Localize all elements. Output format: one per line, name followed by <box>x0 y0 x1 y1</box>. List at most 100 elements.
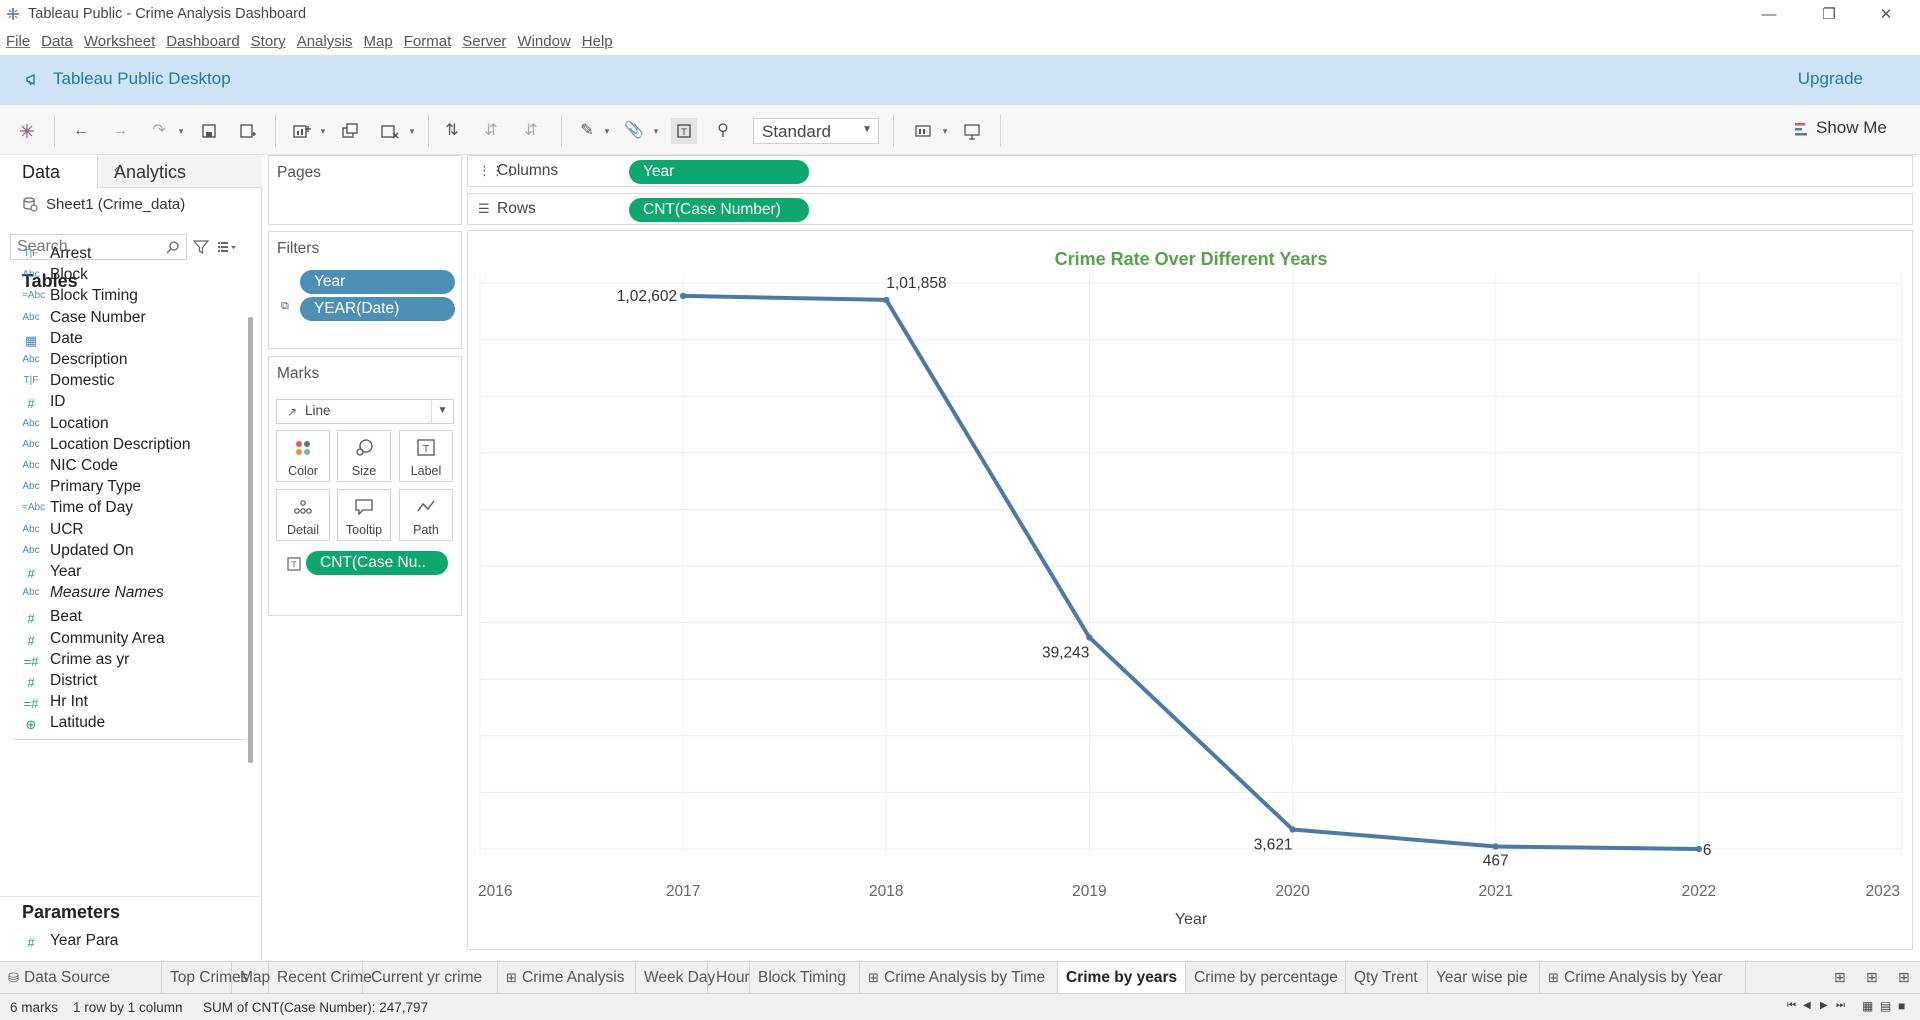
new-dashboard-tab-icon[interactable]: ⊞ <box>1858 962 1888 993</box>
sheet-tab[interactable]: Map <box>232 962 270 993</box>
tabs-view-icon[interactable]: ■ <box>1898 999 1905 1013</box>
replay-icon[interactable]: ↷ <box>146 118 172 144</box>
restore-icon[interactable]: ❐ <box>1806 0 1852 29</box>
data-point[interactable] <box>1086 634 1093 641</box>
group-members-icon[interactable]: 📎 <box>621 118 647 144</box>
sheet-tab[interactable]: Top Crimes <box>162 962 248 993</box>
data-point[interactable] <box>1289 826 1296 833</box>
color-button[interactable]: Color <box>276 430 330 482</box>
data-point[interactable] <box>1695 845 1703 853</box>
duplicate-sheet-icon[interactable] <box>337 118 363 144</box>
highlight-icon[interactable]: ✎ <box>574 118 600 144</box>
x-tick-label: 2019 <box>1072 883 1106 900</box>
first-sheet-icon[interactable]: ⏮ <box>1787 1000 1796 1011</box>
sheet-tab[interactable]: Current yr crime <box>363 962 498 993</box>
sheet-tab[interactable]: Recent Crime <box>269 962 372 993</box>
group-dropdown-icon[interactable]: ▾ <box>651 118 661 144</box>
fit-select[interactable]: Standard ▼ <box>753 118 879 144</box>
data-point[interactable] <box>1492 843 1499 850</box>
menu-window[interactable]: Window <box>511 29 575 50</box>
line-chart[interactable]: Crime Rate Over Different Years 2016 2017 2… <box>468 231 1914 951</box>
upgrade-link[interactable]: Upgrade <box>1798 69 1863 89</box>
show-cards-icon[interactable] <box>910 118 936 144</box>
menu-data[interactable]: Data <box>35 29 78 50</box>
show-mark-labels-icon[interactable]: T <box>671 118 697 144</box>
string-type-icon: =Abc <box>22 502 46 514</box>
menu-worksheet[interactable]: Worksheet <box>78 29 160 50</box>
sheet-tab[interactable]: Hour <box>708 962 750 993</box>
filters-card[interactable]: Filters Year ⧉ YEAR(Date) <box>268 231 462 349</box>
label-button[interactable]: T Label <box>399 430 453 482</box>
last-sheet-icon[interactable]: ⏭ <box>1836 1000 1845 1011</box>
sort-ascending-icon[interactable]: ⇵ <box>478 118 504 144</box>
columns-shelf[interactable]: ⋮⋮⋮ Columns Year <box>467 155 1913 187</box>
sheet-tab[interactable]: ⊞ Crime Analysis by Year <box>1540 962 1746 993</box>
collapse-pane-icon[interactable]: ‹ <box>114 161 256 178</box>
series-line[interactable] <box>681 293 1701 851</box>
sheet-tab[interactable]: ⛁ Data Source <box>0 962 162 993</box>
parameter-item[interactable]: # Year Para <box>0 929 245 955</box>
data-point[interactable] <box>679 292 687 300</box>
filmstrip-icon[interactable]: ▤ <box>1880 999 1891 1013</box>
new-worksheet-dropdown-icon[interactable]: ▾ <box>318 118 328 144</box>
new-datasource-icon[interactable] <box>234 118 260 144</box>
columns-pill-year[interactable]: Year <box>629 160 809 184</box>
rows-pill-case-number[interactable]: CNT(Case Number) <box>629 198 809 222</box>
redo-icon[interactable]: → <box>107 118 133 144</box>
sheet-tab[interactable]: Crime by years <box>1058 962 1186 993</box>
menu-format[interactable]: Format <box>398 29 457 50</box>
highlight-dropdown-icon[interactable]: ▾ <box>602 118 612 144</box>
rows-shelf[interactable]: ☰ Rows CNT(Case Number) <box>467 193 1913 225</box>
presentation-mode-icon[interactable] <box>959 118 985 144</box>
pin-axes-icon[interactable]: ⚲ <box>710 118 736 144</box>
clear-sheet-dropdown-icon[interactable]: ▾ <box>407 118 417 144</box>
menu-story[interactable]: Story <box>245 29 291 50</box>
tableau-home-icon[interactable] <box>14 118 40 144</box>
next-sheet-icon[interactable]: ▶ <box>1820 1000 1828 1011</box>
sheet-tab[interactable]: ⊞ Crime Analysis <box>498 962 636 993</box>
minimize-icon[interactable]: — <box>1746 0 1792 29</box>
menu-help[interactable]: Help <box>576 29 618 50</box>
label-pill-case-number[interactable]: CNT(Case Nu.. <box>306 551 448 575</box>
field-item[interactable]: ⊕ Latitude <box>0 711 245 737</box>
pages-card[interactable]: Pages <box>268 155 462 225</box>
clear-sheet-icon[interactable] <box>376 118 402 144</box>
swap-rows-columns-icon[interactable]: ⇅ <box>439 118 465 144</box>
menu-server[interactable]: Server <box>456 29 511 50</box>
save-icon[interactable] <box>196 118 222 144</box>
filter-pill-year[interactable]: Year <box>300 270 455 294</box>
scrollbar-thumb[interactable] <box>248 317 253 763</box>
tab-data[interactable]: Data <box>0 155 97 188</box>
sheet-tab[interactable]: Week Day <box>636 962 715 993</box>
detail-button[interactable]: Detail <box>276 489 330 541</box>
sheet-tab[interactable]: Block Timing <box>750 962 860 993</box>
prev-sheet-icon[interactable]: ◀ <box>1803 1000 1811 1011</box>
sheet-tab[interactable]: Year wise pie <box>1428 962 1540 993</box>
filter-pill-year-date[interactable]: YEAR(Date) <box>300 297 455 321</box>
menu-file[interactable]: File <box>0 29 35 50</box>
sheet-tab[interactable]: ⊞ Crime Analysis by Time <box>860 962 1058 993</box>
chart-view[interactable]: Crime Rate Over Different Years 2016 2017 2… <box>467 230 1913 950</box>
menu-dashboard[interactable]: Dashboard <box>160 29 244 50</box>
tooltip-button[interactable]: Tooltip <box>337 489 391 541</box>
sheet-tab[interactable]: Qty Trent <box>1346 962 1428 993</box>
field-item[interactable]: Abc Measure Names <box>0 581 245 607</box>
new-story-tab-icon[interactable]: ⊞ <box>1890 962 1920 993</box>
close-icon[interactable]: ✕ <box>1863 0 1909 29</box>
size-button[interactable]: Size <box>337 430 391 482</box>
show-cards-dropdown-icon[interactable]: ▾ <box>940 118 950 144</box>
sheet-tab[interactable]: Crime by percentage <box>1186 962 1346 993</box>
tab-analytics[interactable]: Analytics ‹ <box>97 155 262 188</box>
menu-analysis[interactable]: Analysis <box>291 29 358 50</box>
path-button[interactable]: Path <box>399 489 453 541</box>
detail-icon <box>294 500 312 514</box>
sheet-sorter-icon[interactable]: ▦ <box>1862 999 1873 1013</box>
new-worksheet-icon[interactable] <box>288 118 314 144</box>
new-worksheet-tab-icon[interactable]: ⊞ <box>1826 962 1856 993</box>
mark-type-select[interactable]: ↗ Line ▼ <box>276 399 454 424</box>
undo-icon[interactable]: ← <box>68 118 94 144</box>
replay-dropdown-icon[interactable]: ▾ <box>176 118 186 144</box>
sort-descending-icon[interactable]: ⇵ <box>518 118 544 144</box>
data-point[interactable] <box>883 296 890 304</box>
menu-map[interactable]: Map <box>358 29 398 50</box>
